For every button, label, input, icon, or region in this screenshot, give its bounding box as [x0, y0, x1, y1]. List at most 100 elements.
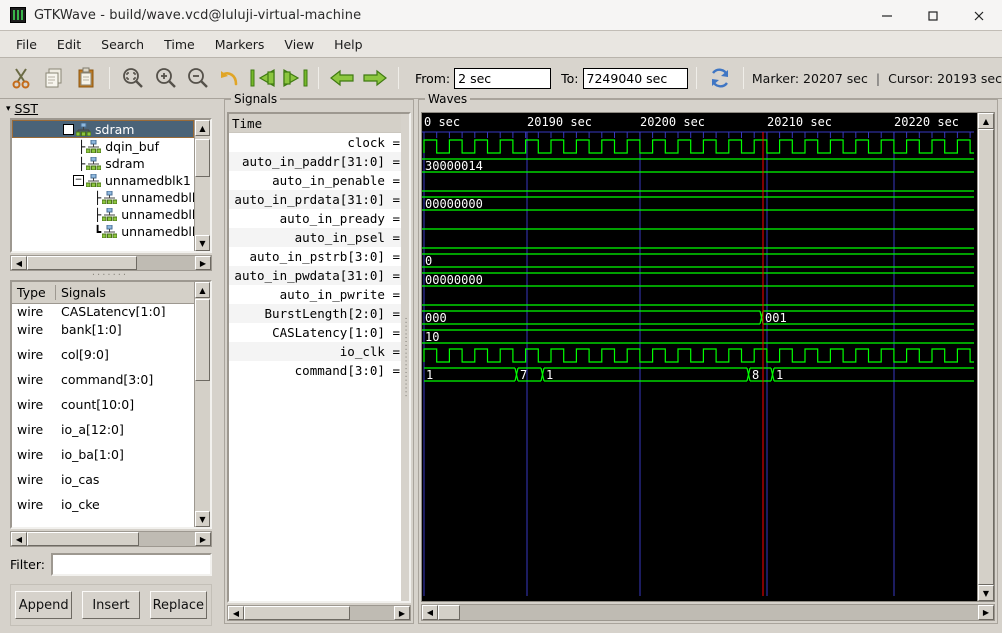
scroll-down-arrow[interactable]: ▼ [195, 235, 210, 251]
table-row[interactable]: wire count[10:0] [12, 392, 194, 417]
table-row[interactable]: wire io_cke [12, 492, 194, 517]
zoom-fit-icon[interactable] [118, 63, 148, 94]
scroll-down-arrow[interactable]: ▼ [195, 511, 210, 527]
zoom-out-icon[interactable] [183, 63, 213, 94]
scroll-down-arrow[interactable]: ▼ [978, 585, 994, 601]
signal-name-row[interactable]: auto_in_paddr[31:0] = [229, 152, 401, 171]
signal-name-row[interactable]: auto_in_pwdata[31:0] = [229, 266, 401, 285]
forward-icon[interactable] [360, 63, 390, 94]
expander-icon[interactable]: − [73, 175, 84, 186]
menu-help[interactable]: Help [324, 34, 373, 55]
tree-item-dqin-buf[interactable]: ├ dqin_buf [12, 138, 194, 155]
undo-icon[interactable] [215, 63, 245, 94]
signal-name-row[interactable]: io_clk = [229, 342, 401, 361]
table-row[interactable]: wire io_ba[1:0] [12, 442, 194, 467]
goto-start-icon[interactable] [248, 63, 278, 94]
menu-search[interactable]: Search [91, 34, 154, 55]
column-header-signals[interactable]: Signals [56, 285, 106, 300]
paste-icon[interactable] [71, 63, 101, 94]
tree-item-unnamedblk1[interactable]: − unnamedblk1 [12, 172, 194, 189]
cut-icon[interactable] [6, 63, 36, 94]
scroll-right-arrow[interactable]: ▶ [394, 606, 410, 620]
sst-hscroll-thumb[interactable] [27, 256, 137, 270]
menu-time[interactable]: Time [154, 34, 205, 55]
column-header-type[interactable]: Type [12, 285, 56, 300]
scroll-up-arrow[interactable]: ▲ [195, 282, 210, 298]
table-row[interactable]: wire io_a[12:0] [12, 417, 194, 442]
signals-hscroll-track[interactable] [244, 606, 394, 620]
signal-table-scroll-thumb[interactable] [195, 298, 210, 381]
signal-table[interactable]: Type Signals wire CASLatency[1:0] wire b… [12, 282, 194, 527]
scroll-right-arrow[interactable]: ▶ [195, 256, 211, 270]
maximize-icon[interactable] [910, 0, 956, 31]
insert-button[interactable]: Insert [82, 591, 140, 619]
replace-button[interactable]: Replace [149, 591, 207, 619]
tree-item-unnamedblk-c[interactable]: ┗ unnamedblk [12, 223, 194, 240]
sst-tree[interactable]: − sdram ├ dqin_buf ├ sdram − unnamedblk1… [12, 120, 194, 251]
tree-item-unnamedblk-a[interactable]: ├ unnamedblk [12, 189, 194, 206]
table-row[interactable]: wire col[9:0] [12, 342, 194, 367]
tree-item-unnamedblk-b[interactable]: ├ unnamedblk [12, 206, 194, 223]
signal-pane-divider[interactable]: ····················· [400, 114, 409, 601]
scroll-up-arrow[interactable]: ▲ [195, 120, 210, 136]
signal-hscroll-thumb[interactable] [27, 532, 139, 546]
table-row[interactable]: wire CASLatency[1:0] [12, 304, 194, 317]
signal-name-row[interactable]: auto_in_pwrite = [229, 285, 401, 304]
menu-edit[interactable]: Edit [47, 34, 91, 55]
copy-icon[interactable] [38, 63, 68, 94]
wave-canvas[interactable]: 0 sec 20190 sec 20200 sec 20210 sec 20220 se… [422, 113, 977, 601]
menu-file[interactable]: File [6, 34, 47, 55]
scroll-left-arrow[interactable]: ◀ [422, 605, 438, 620]
expander-icon[interactable]: − [63, 123, 74, 135]
zoom-in-icon[interactable] [150, 63, 180, 94]
table-row[interactable]: wire bank[1:0] [12, 317, 194, 342]
sst-header[interactable]: ▾ SST [2, 99, 218, 118]
tree-item-sdram-child[interactable]: ├ sdram [12, 155, 194, 172]
signal-table-horizontal-scrollbar[interactable]: ◀ ▶ [10, 531, 212, 547]
goto-end-icon[interactable] [280, 63, 310, 94]
signal-name-row[interactable]: CASLatency[1:0] = [229, 323, 401, 342]
sst-hscroll-track[interactable] [27, 256, 195, 270]
close-icon[interactable] [956, 0, 1002, 31]
signal-name-row[interactable]: auto_in_prdata[31:0] = [229, 190, 401, 209]
waves-hscroll-thumb[interactable] [438, 605, 460, 620]
signal-hscroll-track[interactable] [27, 532, 195, 546]
signal-name-row[interactable]: clock = [229, 133, 401, 152]
triangle-down-icon[interactable]: ▾ [6, 104, 11, 114]
waves-vertical-scrollbar[interactable]: ▲ ▼ [977, 113, 994, 601]
filter-input[interactable] [52, 555, 210, 574]
sst-horizontal-scrollbar[interactable]: ◀ ▶ [10, 255, 212, 271]
sst-scroll-thumb[interactable] [195, 138, 210, 177]
signals-hscroll-thumb[interactable] [244, 606, 350, 620]
signal-table-vertical-scrollbar[interactable]: ▲ ▼ [194, 282, 210, 527]
scroll-up-arrow[interactable]: ▲ [978, 113, 994, 129]
scroll-left-arrow[interactable]: ◀ [11, 256, 27, 270]
signal-name-row[interactable]: auto_in_penable = [229, 171, 401, 190]
append-button[interactable]: Append [15, 591, 73, 619]
signal-name-row[interactable]: BurstLength[2:0] = [229, 304, 401, 323]
to-input[interactable] [582, 67, 688, 89]
sst-vertical-scrollbar[interactable]: ▲ ▼ [194, 120, 210, 251]
from-input[interactable] [454, 67, 552, 89]
menu-markers[interactable]: Markers [205, 34, 275, 55]
signal-name-row[interactable]: auto_in_pstrb[3:0] = [229, 247, 401, 266]
refresh-icon[interactable] [705, 63, 735, 94]
filter-input-wrap[interactable] [50, 553, 212, 576]
signal-name-row[interactable]: auto_in_pready = [229, 209, 401, 228]
tree-item-sdram-root[interactable]: − sdram [12, 120, 194, 138]
waves-vscroll-thumb[interactable] [978, 129, 994, 585]
waveform-plot[interactable]: 0 sec 20190 sec 20200 sec 20210 sec 20220 se… [422, 113, 974, 596]
waves-horizontal-scrollbar[interactable]: ◀ ▶ [421, 604, 995, 621]
signal-name-row[interactable]: auto_in_psel = [229, 228, 401, 247]
table-row[interactable]: wire io_cas [12, 467, 194, 492]
waves-hscroll-track[interactable] [438, 605, 978, 620]
menu-view[interactable]: View [274, 34, 324, 55]
signals-horizontal-scrollbar[interactable]: ◀ ▶ [227, 605, 411, 621]
minimize-icon[interactable] [864, 0, 910, 31]
scroll-right-arrow[interactable]: ▶ [978, 605, 994, 620]
scroll-left-arrow[interactable]: ◀ [11, 532, 27, 546]
back-icon[interactable] [327, 63, 357, 94]
scroll-right-arrow[interactable]: ▶ [195, 532, 211, 546]
signal-name-row[interactable]: command[3:0] = [229, 361, 401, 380]
scroll-left-arrow[interactable]: ◀ [228, 606, 244, 620]
